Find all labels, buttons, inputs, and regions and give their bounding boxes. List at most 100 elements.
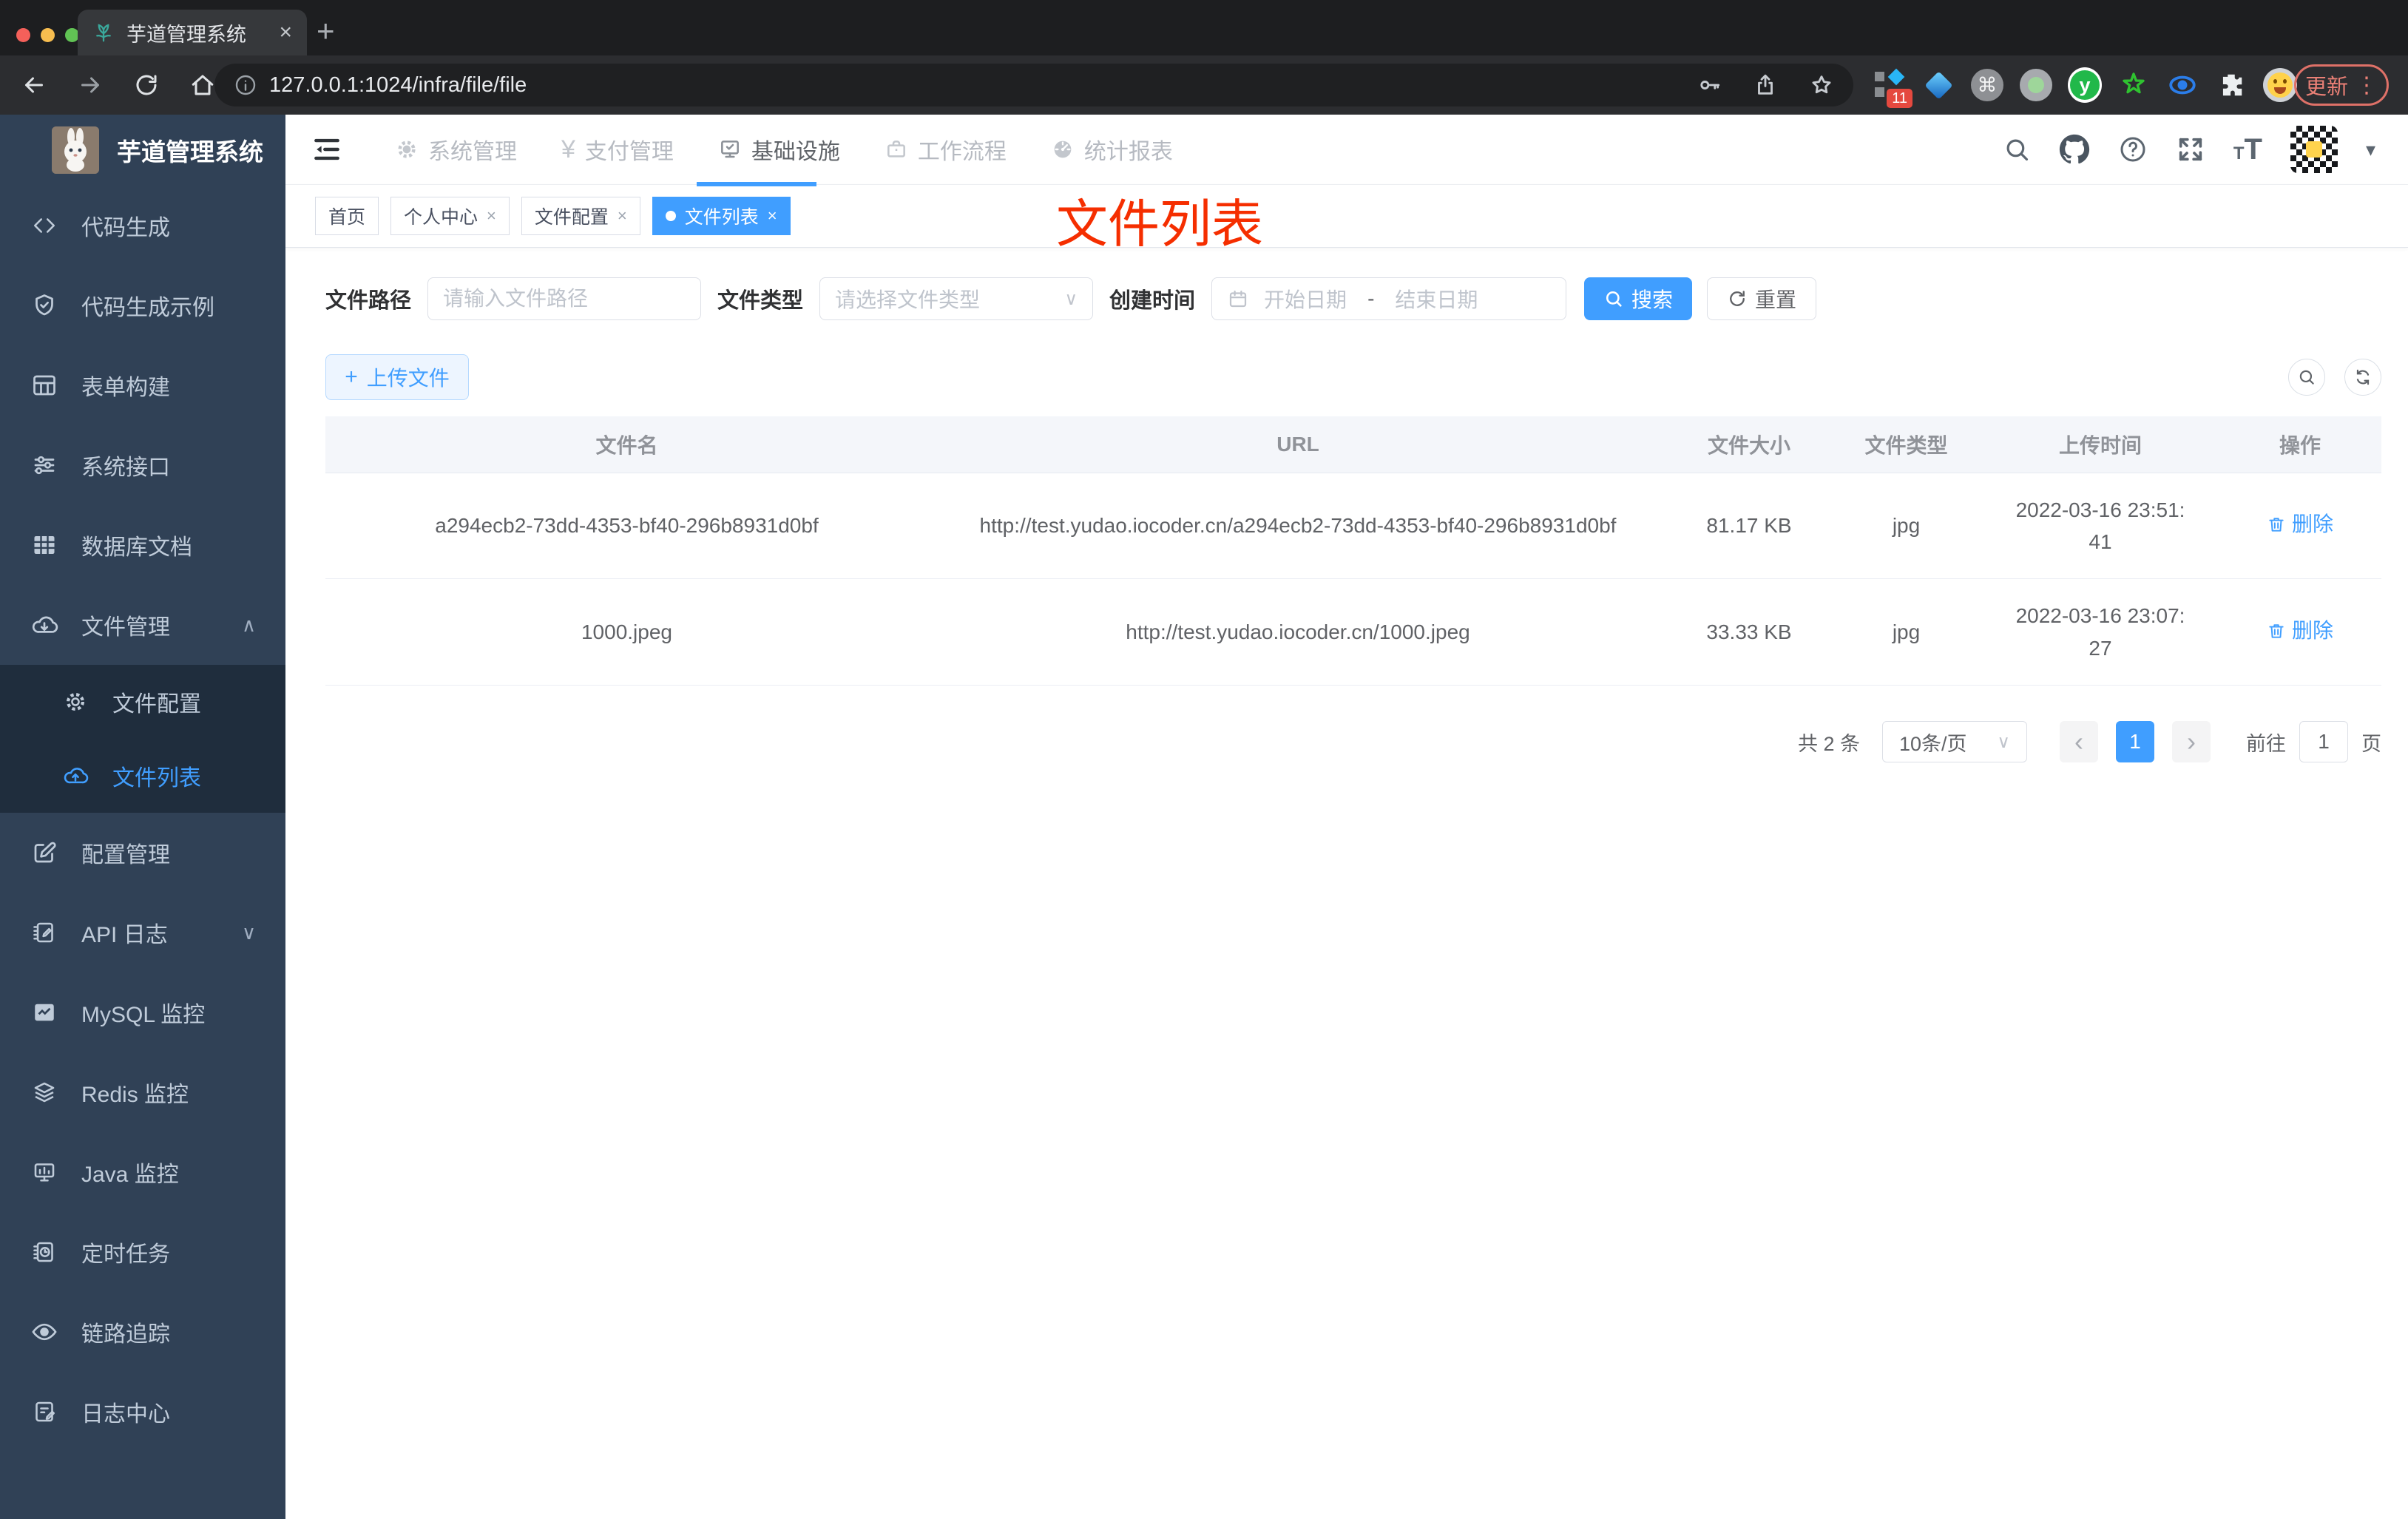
file-path-input[interactable] [427,277,702,320]
nav-item-label: 支付管理 [584,140,674,164]
page-size-value: 10条/页 [1899,732,1967,755]
file-type-select[interactable]: 请选择文件类型 ∨ [819,277,1094,320]
delete-button[interactable]: 删除 [2267,615,2333,646]
bookmark-star-icon[interactable] [1809,72,1834,98]
search-icon[interactable] [2003,135,2031,163]
sidebar-item-code-gen[interactable]: 代码生成 [0,186,285,265]
tag-profile[interactable]: 个人中心 × [390,197,510,235]
app-title: 芋道管理系统 [117,138,263,166]
tag-close-icon[interactable]: × [768,208,777,224]
sidebar-item-file-config[interactable]: 文件配置 [0,665,285,739]
browser-update-button[interactable]: 更新 ⋮ [2294,64,2389,106]
url-text[interactable]: 127.0.0.1:1024/infra/file/file [269,73,527,98]
sidebar-item-db-doc[interactable]: 数据库文档 [0,505,285,585]
font-size-icon[interactable]: TT [2233,135,2262,164]
extension-command-icon[interactable]: ⌘ [1970,68,2004,102]
search-button-label: 搜索 [1631,288,1674,311]
cell-url: http://test.yudao.iocoder.cn/a294ecb2-73… [928,473,1668,580]
avatar[interactable] [2290,126,2338,173]
fullscreen-icon[interactable] [2176,135,2205,164]
sidebar-logo-row[interactable]: 芋道管理系统 [0,115,285,186]
app-frame: 芋道管理系统 代码生成 代码生成示例 表单构建 系统接口 数据库文档 文件管理 … [0,115,2408,1519]
sidebar-item-label: 文件列表 [112,766,201,791]
sidebar-item-java-monitor[interactable]: Java 监控 [0,1132,285,1212]
password-key-icon[interactable] [1697,72,1722,98]
sliders-icon [30,450,59,480]
tag-file-list[interactable]: 文件列表 × [652,197,791,235]
sidebar-collapse-icon[interactable] [311,133,343,166]
tag-close-icon[interactable]: × [487,208,496,224]
cell-file-name: 1000.jpeg [325,578,928,686]
sidebar-item-mysql-monitor[interactable]: MySQL 监控 [0,972,285,1052]
cell-file-name: a294ecb2-73dd-4353-bf40-296b8931d0bf [325,473,928,580]
home-icon[interactable] [189,72,216,98]
sidebar-item-label: 日志中心 [81,1402,170,1427]
nav-item-workflow[interactable]: 工作流程 [862,115,1029,185]
page-size-select[interactable]: 10条/页 ∨ [1882,721,2027,763]
goto-page-input[interactable] [2299,721,2348,763]
extension-dot-icon[interactable] [2019,68,2053,102]
upload-file-button[interactable]: + 上传文件 [325,354,469,400]
extension-glyph [1887,68,1905,86]
sidebar-item-code-demo[interactable]: 代码生成示例 [0,265,285,345]
prev-page-button[interactable]: ‹ [2060,721,2098,763]
caret-down-icon[interactable]: ▾ [2366,138,2375,161]
chevron-up-icon: ∧ [241,613,256,636]
create-time-label: 创建时间 [1109,289,1196,313]
trash-icon [2269,518,2284,532]
minimize-window-button[interactable] [41,28,55,42]
sidebar-item-scheduled-tasks[interactable]: 定时任务 [0,1212,285,1292]
extension-star-icon[interactable] [2117,68,2151,102]
new-tab-button[interactable]: + [317,13,335,49]
github-icon[interactable] [2059,134,2090,165]
site-info-icon[interactable] [234,73,257,97]
forward-icon[interactable] [77,72,104,98]
sidebar-item-form-builder[interactable]: 表单构建 [0,345,285,425]
date-range-picker[interactable]: 开始日期 - 结束日期 [1211,277,1567,320]
nav-item-reports[interactable]: 统计报表 [1029,115,1195,185]
tag-home[interactable]: 首页 [315,197,379,235]
extension-eye-icon[interactable] [2165,68,2199,102]
briefcase-icon [885,138,908,161]
table-row: 1000.jpeg http://test.yudao.iocoder.cn/1… [325,578,2381,686]
tab-close-icon[interactable]: × [279,21,292,44]
page-number-active[interactable]: 1 [2116,721,2154,763]
sidebar-item-trace[interactable]: 链路追踪 [0,1292,285,1372]
sidebar-item-system-api[interactable]: 系统接口 [0,425,285,505]
search-button[interactable]: 搜索 [1584,277,1693,320]
cell-url: http://test.yudao.iocoder.cn/1000.jpeg [928,578,1668,686]
date-separator: - [1367,287,1375,310]
sidebar-item-file-management[interactable]: 文件管理 ∧ [0,585,285,665]
nav-item-system[interactable]: 系统管理 [373,115,539,185]
browser-menu-dots-icon[interactable]: ⋮ [2355,72,2378,98]
col-url: URL [928,416,1668,473]
refresh-table-button[interactable] [2344,359,2381,396]
extension-icon[interactable]: 11 [1873,68,1912,108]
nav-item-infrastructure[interactable]: 基础设施 [696,115,862,185]
calendar-icon [1227,288,1249,310]
extension-puzzle-icon[interactable] [2214,68,2248,102]
nav-item-payment[interactable]: ¥ 支付管理 [539,115,696,185]
address-bar[interactable]: 127.0.0.1:1024/infra/file/file [214,64,1853,106]
sidebar-item-label: 定时任务 [81,1242,170,1267]
browser-tab[interactable]: 芋道管理系统 × [78,10,307,55]
next-page-button[interactable]: › [2172,721,2211,763]
reload-icon[interactable] [133,72,160,98]
sidebar-item-file-list[interactable]: 文件列表 [0,739,285,813]
back-icon[interactable] [21,72,47,98]
tag-close-icon[interactable]: × [618,208,627,224]
sidebar-item-redis-monitor[interactable]: Redis 监控 [0,1052,285,1132]
extension-y-icon[interactable]: y [2068,67,2102,103]
sidebar-item-api-log[interactable]: API 日志 ∨ [0,893,285,972]
sidebar-item-config-management[interactable]: 配置管理 [0,813,285,893]
profile-avatar-icon[interactable] [2263,68,2297,102]
reset-button[interactable]: 重置 [1707,277,1817,320]
help-icon[interactable] [2118,135,2148,164]
show-search-button[interactable] [2288,359,2325,396]
share-icon[interactable] [1753,72,1778,98]
tag-file-config[interactable]: 文件配置 × [521,197,640,235]
delete-button[interactable]: 删除 [2267,508,2333,540]
close-window-button[interactable] [16,28,30,42]
extension-kite-icon[interactable] [1921,68,1955,102]
sidebar-item-log-center[interactable]: 日志中心 [0,1372,285,1452]
